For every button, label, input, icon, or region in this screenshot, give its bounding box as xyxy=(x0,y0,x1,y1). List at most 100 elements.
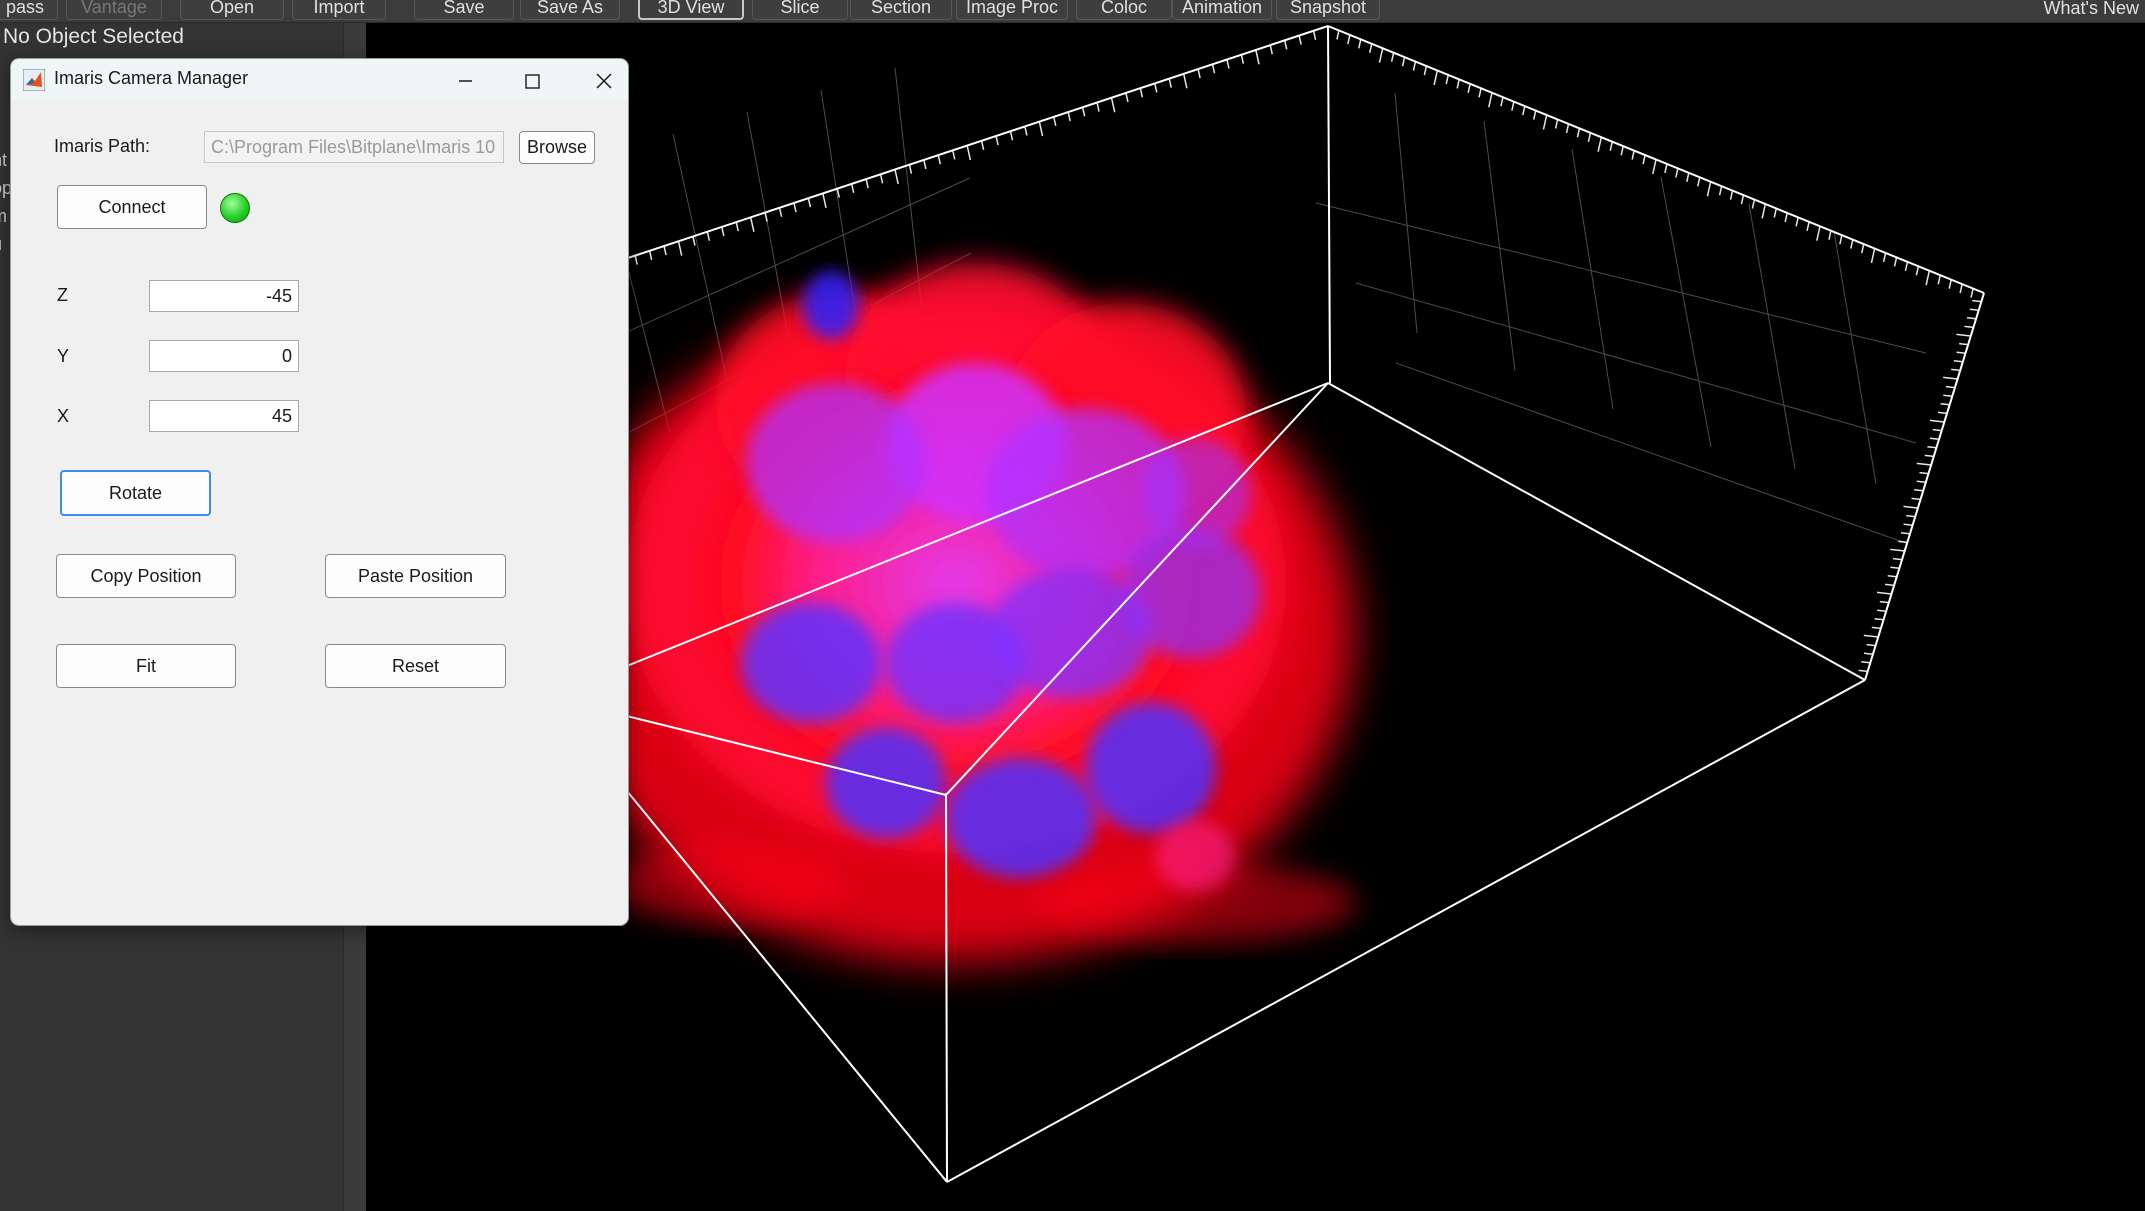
axis-tick xyxy=(1620,145,1624,156)
axis-tick xyxy=(1642,154,1646,165)
toolbar-button-3d-view[interactable]: 3D View xyxy=(638,0,744,20)
axis-tick xyxy=(1168,78,1172,88)
axis-tick xyxy=(1866,643,1876,647)
axis-tick xyxy=(1067,111,1071,122)
toolbar-button-animation[interactable]: Animation xyxy=(1172,0,1272,20)
3d-viewport[interactable] xyxy=(366,23,2145,1211)
reset-button[interactable]: Reset xyxy=(325,644,506,688)
axis-tick xyxy=(1903,523,1913,526)
clipped-label: m xyxy=(0,206,7,227)
toolbar-button-save-as[interactable]: Save As xyxy=(520,0,620,20)
axis-tick xyxy=(1940,403,1950,406)
z-rotation-input[interactable]: -45 xyxy=(149,280,299,312)
axis-tick xyxy=(1390,52,1395,62)
axis-tick xyxy=(735,221,739,232)
axis-tick xyxy=(1110,97,1116,113)
axis-tick xyxy=(1876,591,1892,595)
axis-tick xyxy=(807,198,812,208)
axis-tick xyxy=(648,250,653,260)
axis-tick xyxy=(1024,126,1028,136)
axis-tick xyxy=(1053,116,1057,127)
clipped-label: nt xyxy=(0,150,8,170)
axis-tick xyxy=(1226,59,1230,69)
toolbar-button-image-proc[interactable]: Image Proc xyxy=(956,0,1068,20)
axis-tick xyxy=(1925,270,1931,286)
toolbar-button-surpass[interactable]: pass xyxy=(0,0,58,20)
volume-data xyxy=(554,263,1356,963)
axis-tick xyxy=(1924,454,1934,458)
axis-tick xyxy=(1312,30,1317,40)
axis-tick xyxy=(1706,181,1712,197)
close-icon[interactable] xyxy=(591,68,617,94)
axis-tick xyxy=(1433,70,1439,86)
axis-tick xyxy=(692,236,696,246)
axis-tick xyxy=(778,207,783,217)
toolbar-button-section[interactable]: Section xyxy=(850,0,952,20)
matlab-app-icon xyxy=(23,69,45,91)
rotate-button[interactable]: Rotate xyxy=(60,470,211,516)
axis-tick xyxy=(1858,669,1868,673)
axis-tick xyxy=(923,159,927,170)
axis-tick xyxy=(1139,88,1144,98)
axis-tick xyxy=(1863,634,1879,638)
axis-tick xyxy=(1038,121,1044,137)
toolbar-button-snapshot[interactable]: Snapshot xyxy=(1276,0,1380,20)
axis-tick xyxy=(1211,64,1216,74)
axis-tick xyxy=(1358,39,1362,49)
dialog-titlebar[interactable]: Imaris Camera Manager xyxy=(11,59,628,101)
axis-tick xyxy=(1587,132,1592,142)
selection-status: No Object Selected xyxy=(3,25,184,48)
axis-tick xyxy=(1500,97,1504,107)
axis-tick xyxy=(1478,88,1482,98)
axis-tick xyxy=(1609,141,1613,151)
x-rotation-input[interactable]: 45 xyxy=(149,400,299,432)
y-rotation-input[interactable]: 0 xyxy=(149,340,299,372)
axis-tick xyxy=(1951,368,1961,372)
fit-button[interactable]: Fit xyxy=(56,644,236,688)
connect-button[interactable]: Connect xyxy=(57,185,207,229)
axis-tick xyxy=(1718,186,1723,196)
toolbar-button-slice[interactable]: Slice xyxy=(752,0,848,20)
axis-tick xyxy=(1729,190,1734,200)
axis-tick xyxy=(894,169,899,185)
axis-tick xyxy=(1697,177,1701,187)
axis-tick xyxy=(749,217,755,232)
clipped-label: u xyxy=(0,234,2,255)
axis-tick xyxy=(1915,266,1920,276)
toolbar-button-vantage[interactable]: Vantage xyxy=(66,0,162,20)
axis-tick xyxy=(1972,299,1982,303)
axis-tick xyxy=(1542,114,1548,130)
toolbar-button-import[interactable]: Import xyxy=(292,0,386,20)
axis-tick xyxy=(1887,575,1897,578)
maximize-icon[interactable] xyxy=(519,68,545,94)
axis-tick xyxy=(1900,532,1911,535)
axis-tick xyxy=(1919,471,1929,475)
axis-tick xyxy=(1898,540,1908,544)
toolbar-button-coloc[interactable]: Coloc xyxy=(1076,0,1172,20)
imaris-path-field[interactable]: C:\Program Files\Bitplane\Imaris 10 xyxy=(204,131,504,163)
axis-tick xyxy=(1445,74,1449,85)
axis-tick xyxy=(1932,428,1942,432)
paste-position-button[interactable]: Paste Position xyxy=(325,554,506,598)
axis-tick xyxy=(1911,497,1921,501)
toolbar-button-open[interactable]: Open xyxy=(180,0,284,20)
axis-tick xyxy=(1966,317,1977,320)
axis-tick xyxy=(1269,44,1273,55)
axis-tick xyxy=(1892,557,1903,561)
axis-tick xyxy=(1336,30,1340,40)
minimize-icon[interactable] xyxy=(452,68,478,94)
axis-tick xyxy=(1664,163,1668,174)
axis-tick xyxy=(879,174,884,184)
axis-tick xyxy=(1240,54,1245,64)
axis-tick xyxy=(966,145,972,161)
axis-tick xyxy=(1576,128,1581,138)
browse-button[interactable]: Browse xyxy=(519,131,595,164)
copy-position-button[interactable]: Copy Position xyxy=(56,554,236,598)
axis-tick xyxy=(1554,119,1559,129)
axis-tick xyxy=(1870,248,1876,264)
axis-tick xyxy=(1347,34,1351,45)
toolbar-button-save[interactable]: Save xyxy=(414,0,514,20)
axis-tick xyxy=(865,178,869,189)
whats-new-link[interactable]: What's New xyxy=(2037,0,2145,20)
axis-tick xyxy=(634,255,638,265)
